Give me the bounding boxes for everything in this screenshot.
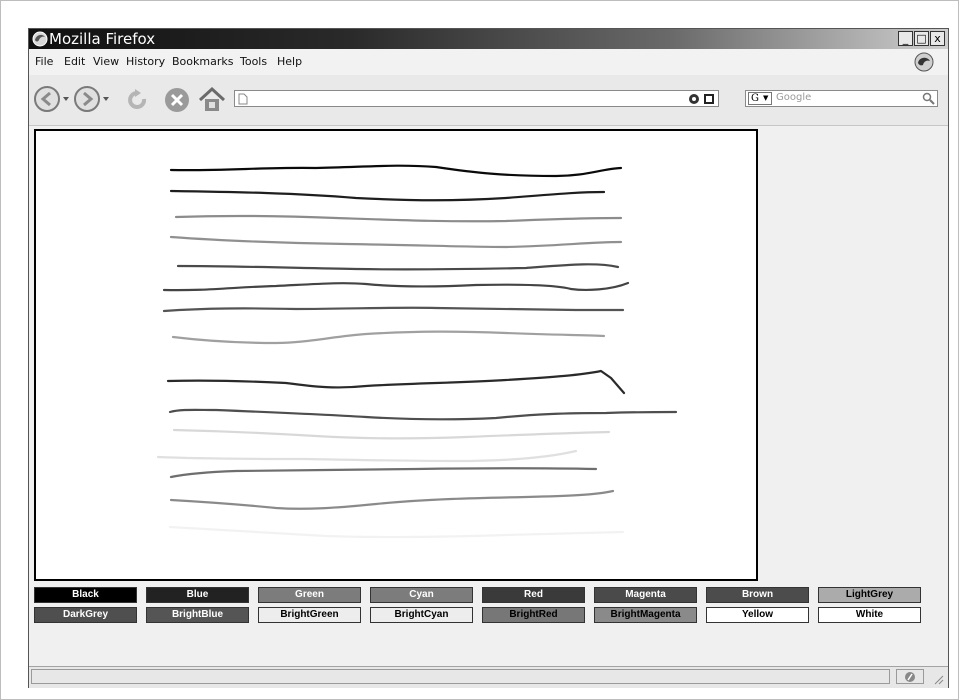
stroke-line [162,281,630,292]
go-icon[interactable] [688,93,700,105]
title-bar[interactable]: Mozilla Firefox _ □ x [29,29,948,49]
window-title: Mozilla Firefox [49,30,156,48]
stroke-line [171,330,606,345]
stroke-line [168,408,678,421]
home-icon[interactable] [197,85,227,113]
menu-file[interactable]: File [35,55,53,68]
firefox-icon [32,31,48,47]
drawing-surface[interactable] [36,131,756,579]
menu-help[interactable]: Help [277,55,302,68]
menu-tools[interactable]: Tools [240,55,267,68]
status-text-field [31,669,890,684]
menu-bookmarks[interactable]: Bookmarks [172,55,233,68]
color-button-white[interactable]: White [818,607,921,623]
stroke-line [162,306,625,313]
stroke-line [172,428,611,440]
browser-window: Mozilla Firefox _ □ x File Edit View His… [28,28,949,688]
stroke-line [176,263,620,271]
search-engine-letter: G [751,93,759,104]
throbber-icon [914,52,934,72]
menu-view[interactable]: View [93,55,119,68]
color-button-yellow[interactable]: Yellow [706,607,809,623]
navigation-toolbar: G ▼ Google [29,75,948,126]
minimize-button[interactable]: _ [898,31,913,46]
status-bar [29,666,948,688]
color-button-black[interactable]: Black [34,587,137,603]
color-button-brightgreen[interactable]: BrightGreen [258,607,361,623]
stroke-line [166,369,626,395]
stroke-line [169,467,598,479]
search-engine-icon[interactable]: G ▼ [748,92,772,105]
close-button[interactable]: x [930,31,945,46]
search-placeholder: Google [776,92,812,103]
back-icon[interactable] [33,85,61,113]
drawing-canvas[interactable] [34,129,758,581]
stroke-line [168,525,625,539]
color-button-green[interactable]: Green [258,587,361,603]
color-button-darkgrey[interactable]: DarkGrey [34,607,137,623]
page-icon [238,93,248,105]
color-button-blue[interactable]: Blue [146,587,249,603]
resize-grip-icon[interactable] [932,673,944,685]
stroke-line [169,235,623,249]
color-button-brightmagenta[interactable]: BrightMagenta [594,607,697,623]
back-dropdown-icon[interactable] [62,95,70,103]
color-button-lightgrey[interactable]: LightGrey [818,587,921,603]
color-button-magenta[interactable]: Magenta [594,587,697,603]
status-indicator[interactable] [896,669,924,684]
stroke-line [169,164,623,178]
menu-history[interactable]: History [126,55,165,68]
stroke-line [156,449,578,463]
color-button-brightblue[interactable]: BrightBlue [146,607,249,623]
color-button-brown[interactable]: Brown [706,587,809,603]
color-button-cyan[interactable]: Cyan [370,587,473,603]
reload-icon[interactable] [124,87,150,113]
color-button-brightcyan[interactable]: BrightCyan [370,607,473,623]
stop-icon[interactable] [163,86,191,114]
search-engine-dropdown-icon: ▼ [763,94,769,102]
forward-dropdown-icon[interactable] [102,95,110,103]
menu-bar: File Edit View History Bookmarks Tools H… [29,49,948,75]
rss-icon[interactable] [703,93,715,105]
maximize-button[interactable]: □ [914,31,929,46]
url-input[interactable] [234,90,719,107]
search-input[interactable]: G ▼ Google [745,90,938,107]
color-button-brightred[interactable]: BrightRed [482,607,585,623]
status-icon [905,672,915,682]
stroke-line [169,489,615,510]
stroke-line [174,214,623,223]
color-button-red[interactable]: Red [482,587,585,603]
page-content: Black Blue Green Cyan Red Magenta Brown LightGr… [29,126,948,666]
stroke-line [169,189,606,202]
search-icon[interactable] [922,92,935,105]
menu-edit[interactable]: Edit [64,55,85,68]
forward-icon[interactable] [73,85,101,113]
